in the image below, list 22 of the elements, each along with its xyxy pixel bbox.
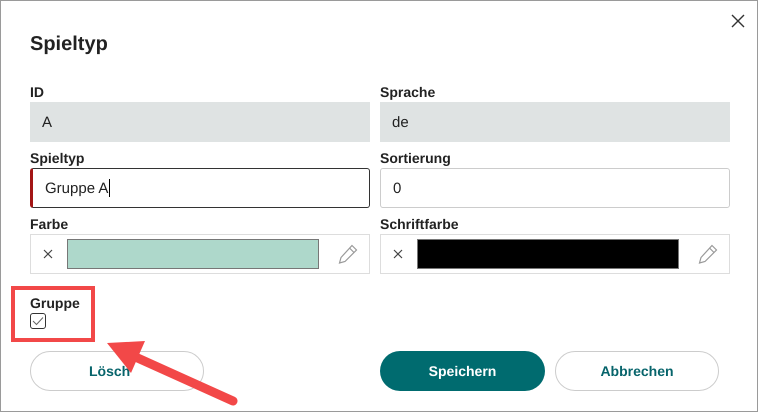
- field-label: Sortierung: [380, 149, 452, 167]
- field-label: Spieltyp: [30, 149, 86, 167]
- clear-icon[interactable]: [43, 249, 53, 259]
- save-button[interactable]: Speichern: [380, 351, 545, 391]
- field-label: Schriftfarbe: [380, 215, 460, 233]
- readonly-field: A: [30, 102, 370, 142]
- color-swatch[interactable]: [417, 239, 679, 269]
- color-swatch[interactable]: [67, 239, 319, 269]
- checkbox-label: Gruppe: [30, 294, 81, 312]
- pencil-icon[interactable]: [337, 243, 359, 265]
- cancel-button[interactable]: Abbrechen: [555, 351, 719, 391]
- close-icon[interactable]: [731, 14, 745, 28]
- field-label: Sprache: [380, 83, 436, 101]
- readonly-field: de: [380, 102, 730, 142]
- checkbox[interactable]: [30, 313, 46, 329]
- field-label: ID: [30, 83, 45, 101]
- dialog-title: Spieltyp: [30, 33, 108, 57]
- input-field[interactable]: Gruppe A: [30, 168, 370, 208]
- input-field[interactable]: 0: [380, 168, 730, 208]
- clear-icon[interactable]: [393, 249, 403, 259]
- field-label: Farbe: [30, 215, 70, 233]
- pencil-icon[interactable]: [697, 243, 719, 265]
